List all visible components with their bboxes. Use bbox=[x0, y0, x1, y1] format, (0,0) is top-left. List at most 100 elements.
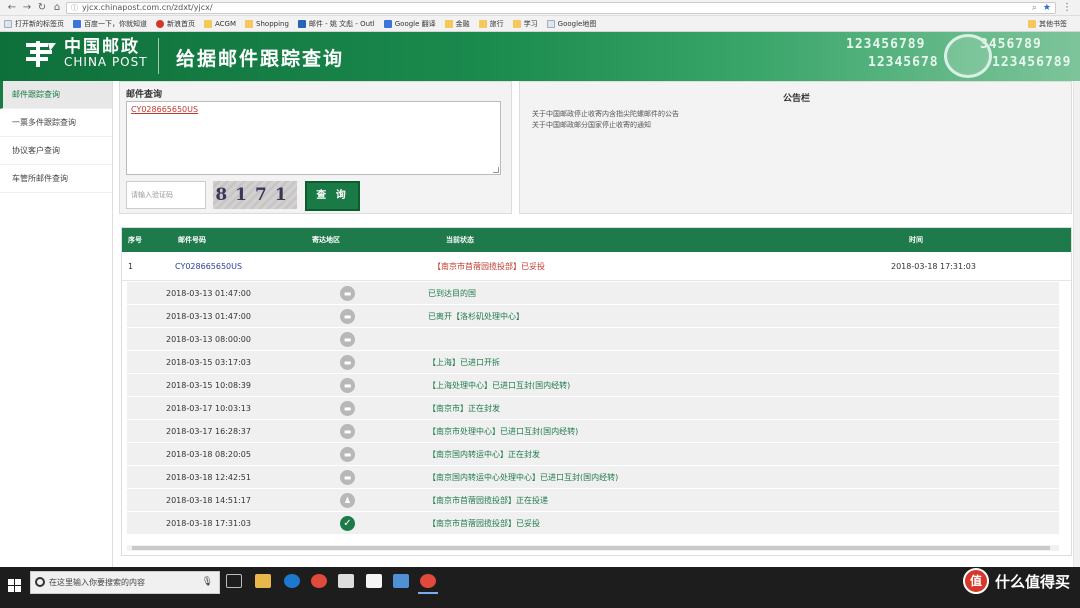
tracking-number-value: CY028665650US bbox=[131, 105, 199, 114]
other-bookmarks[interactable]: 其他书签 bbox=[1028, 19, 1067, 29]
tracking-event-row: 2018-03-17 16:28:37 ▬ 【南京市处理中心】已进口互封(国内经… bbox=[127, 420, 1059, 443]
smzdm-watermark: 值 什么值得买 bbox=[962, 567, 1070, 595]
decor-digits: 12345678 bbox=[868, 55, 939, 70]
bookmarks-bar: 打开新的标签页 百度一下，你就知道 新浪首页 ACGM Shopping 邮件 … bbox=[0, 16, 1080, 32]
event-time: 2018-03-13 08:00:00 bbox=[166, 335, 251, 344]
logo-cn: 中国邮政 bbox=[64, 37, 140, 57]
store-icon[interactable] bbox=[338, 574, 354, 588]
scrollbar-thumb[interactable] bbox=[132, 546, 1050, 550]
truck-icon: ▬ bbox=[340, 470, 355, 485]
bookmark-folder[interactable]: Shopping bbox=[245, 19, 289, 28]
event-time: 2018-03-18 12:42:51 bbox=[166, 473, 251, 482]
page-title: 给据邮件跟踪查询 bbox=[176, 48, 345, 70]
page-icon bbox=[4, 19, 12, 28]
truck-icon: ▬ bbox=[340, 355, 355, 370]
horizontal-scrollbar[interactable] bbox=[127, 545, 1059, 551]
home-icon[interactable]: ⌂ bbox=[51, 2, 63, 14]
sidebar: 邮件跟踪查询 一票多件跟踪查询 协议客户查询 车管所邮件查询 bbox=[0, 81, 113, 567]
folder-icon bbox=[204, 19, 212, 28]
table-row[interactable]: 1 CY028665650US 【南京市苜蓿园揽投部】已妥投 2018-03-1… bbox=[122, 252, 1071, 281]
bookmark-folder[interactable]: 旅行 bbox=[478, 19, 504, 29]
delivered-check-icon: ✓ bbox=[340, 516, 355, 531]
outlook-icon bbox=[297, 19, 306, 28]
decor-digits: 123456789 bbox=[846, 37, 926, 52]
info-icon[interactable]: ⓘ bbox=[71, 3, 78, 13]
magnifier-icon bbox=[944, 34, 992, 78]
logo-en: CHINA POST bbox=[64, 55, 148, 69]
decor-digits: 123456789 bbox=[992, 55, 1072, 70]
windows-start-icon[interactable] bbox=[8, 579, 22, 593]
file-explorer-icon[interactable] bbox=[255, 574, 271, 588]
notice-link[interactable]: 关于中国邮政停止收寄内含指尖陀螺邮件的公告 bbox=[532, 109, 679, 120]
baidu-icon bbox=[73, 19, 81, 28]
captcha-input[interactable]: 请输入验证码 bbox=[126, 181, 206, 209]
back-icon[interactable]: ← bbox=[6, 2, 18, 14]
bookmark-folder[interactable]: 金融 bbox=[444, 19, 470, 29]
app-icon[interactable] bbox=[393, 574, 409, 588]
task-view-icon[interactable] bbox=[226, 574, 242, 588]
event-text: 【南京市苜蓿园揽投部】正在投递 bbox=[428, 496, 548, 505]
event-text: 【南京市苜蓿园揽投部】已妥投 bbox=[428, 519, 540, 528]
folder-icon bbox=[1028, 19, 1036, 28]
sidebar-item-multi-tracking[interactable]: 一票多件跟踪查询 bbox=[0, 109, 112, 137]
truck-icon: ▬ bbox=[340, 309, 355, 324]
resize-grip-icon[interactable] bbox=[493, 167, 499, 173]
bookmark-item[interactable]: 打开新的标签页 bbox=[4, 19, 64, 29]
address-bar[interactable]: ⓘ yjcx.chinapost.com.cn/zdxt/yjcx/ ⌕ ★ bbox=[66, 1, 1056, 14]
tracking-event-row: 2018-03-18 12:42:51 ▬ 【南京国内转运中心处理中心】已进口互… bbox=[127, 466, 1059, 489]
folder-icon bbox=[512, 19, 521, 28]
notice-link[interactable]: 关于中国邮政邮分国家停止收寄的通知 bbox=[532, 120, 679, 131]
tracking-event-row: 2018-03-15 10:08:39 ▬ 【上海处理中心】已进口互封(国内经转… bbox=[127, 374, 1059, 397]
forward-icon[interactable]: → bbox=[21, 2, 33, 14]
bookmark-item[interactable]: Google 翻译 bbox=[383, 19, 436, 29]
tracking-number-textarea[interactable]: CY028665650US bbox=[126, 101, 501, 175]
china-post-logo[interactable]: 中国邮政 CHINA POST bbox=[24, 38, 148, 69]
event-time: 2018-03-15 10:08:39 bbox=[166, 381, 251, 390]
cortana-icon bbox=[35, 577, 45, 587]
menu-icon[interactable]: ⋮ bbox=[1060, 2, 1074, 13]
edge-icon[interactable] bbox=[284, 574, 300, 588]
sidebar-item-vehicle-office[interactable]: 车管所邮件查询 bbox=[0, 165, 112, 193]
address-url[interactable]: yjcx.chinapost.com.cn/zdxt/yjcx/ bbox=[82, 3, 1032, 12]
mail-icon[interactable] bbox=[366, 574, 382, 588]
event-text: 【南京国内转运中心】正在封发 bbox=[428, 450, 540, 459]
tracking-event-row: 2018-03-13 08:00:00 ▬ bbox=[127, 328, 1059, 351]
taskbar-search-input[interactable]: 在这里输入你要搜索的内容 🎙 bbox=[30, 571, 220, 594]
query-panel: 邮件查询 CY028665650US 请输入验证码 8171 查 询 bbox=[119, 81, 512, 214]
bookmark-item[interactable]: 百度一下，你就知道 bbox=[73, 19, 147, 29]
chrome-icon[interactable] bbox=[311, 574, 327, 588]
zoom-icon[interactable]: ⌕ bbox=[1032, 3, 1037, 13]
event-time: 2018-03-17 10:03:13 bbox=[166, 404, 251, 413]
taskbar: 在这里输入你要搜索的内容 🎙 值 什么值得买 bbox=[0, 567, 1080, 608]
event-time: 2018-03-17 16:28:37 bbox=[166, 427, 251, 436]
tracking-event-row: 2018-03-15 03:17:03 ▬ 【上海】已进口开拆 bbox=[127, 351, 1059, 374]
truck-icon: ▬ bbox=[340, 332, 355, 347]
results-table: 序号 邮件号码 寄达地区 当前状态 时间 1 CY028665650US 【南京… bbox=[121, 227, 1072, 556]
bookmark-folder[interactable]: 学习 bbox=[512, 19, 538, 29]
bookmark-item[interactable]: Google地图 bbox=[546, 19, 596, 29]
bookmark-item[interactable]: 邮件 - 姚 文彪 - Outl bbox=[297, 19, 375, 29]
tracking-event-row: 2018-03-17 10:03:13 ▬ 【南京市】正在封发 bbox=[127, 397, 1059, 420]
vertical-scrollbar[interactable] bbox=[1073, 81, 1080, 567]
row-mail-number[interactable]: CY028665650US bbox=[175, 252, 242, 281]
microphone-icon[interactable]: 🎙 bbox=[202, 572, 213, 593]
query-button[interactable]: 查 询 bbox=[305, 181, 360, 211]
page-icon bbox=[546, 19, 555, 28]
truck-icon: ▬ bbox=[340, 378, 355, 393]
event-time: 2018-03-15 03:17:03 bbox=[166, 358, 251, 367]
captcha-image[interactable]: 8171 bbox=[213, 181, 297, 209]
tracking-event-row: 2018-03-13 01:47:00 ▬ 已离开【洛杉矶处理中心】 bbox=[127, 305, 1059, 328]
tracking-event-row: 2018-03-18 17:31:03 ✓ 【南京市苜蓿园揽投部】已妥投 bbox=[127, 512, 1059, 535]
chrome-active-icon[interactable] bbox=[418, 574, 438, 594]
sidebar-item-agreement-customer[interactable]: 协议客户查询 bbox=[0, 137, 112, 165]
folder-icon bbox=[245, 19, 254, 28]
event-text: 已离开【洛杉矶处理中心】 bbox=[428, 312, 524, 321]
sidebar-item-mail-tracking[interactable]: 邮件跟踪查询 bbox=[0, 81, 112, 109]
event-time: 2018-03-18 14:51:17 bbox=[166, 496, 251, 505]
reload-icon[interactable]: ↻ bbox=[36, 2, 48, 14]
bookmark-item[interactable]: 新浪首页 bbox=[156, 19, 195, 29]
bookmark-folder[interactable]: ACGM bbox=[204, 19, 236, 28]
event-time: 2018-03-13 01:47:00 bbox=[166, 289, 251, 298]
bookmark-star-icon[interactable]: ★ bbox=[1043, 3, 1051, 13]
browser-toolbar: ← → ↻ ⌂ ⓘ yjcx.chinapost.com.cn/zdxt/yjc… bbox=[0, 0, 1080, 16]
